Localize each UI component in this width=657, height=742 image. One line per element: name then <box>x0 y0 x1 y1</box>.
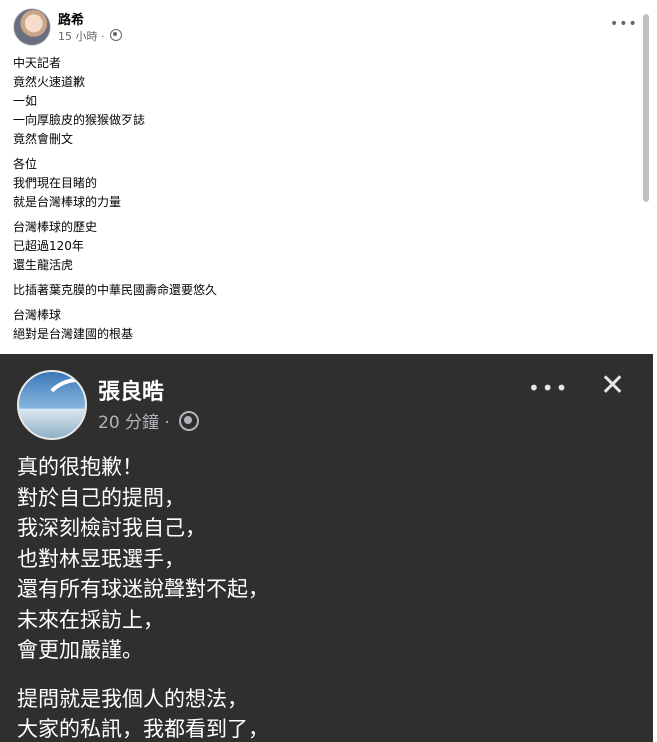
bridge-arch-graphic <box>39 378 85 438</box>
photo-globe-icon <box>179 411 200 431</box>
post-line: 還生龍活虎 <box>13 258 74 272</box>
embedded-screenshot-image[interactable]: 張良晧 20 分鐘 · ••• ✕ 真的很抱歉！ 對於自己的提問， 我深刻檢討我… <box>0 354 653 742</box>
photo-line: 大家的私訊，我都看到了， <box>17 717 269 741</box>
photo-more-options-icon: ••• <box>528 376 570 400</box>
post-paragraph: 各位 我們現在目睹的 就是台灣棒球的力量 <box>13 155 633 212</box>
post-line: 就是台灣棒球的力量 <box>13 195 122 209</box>
post-header: 路希 15 小時 · ••• <box>0 0 657 50</box>
photo-line: 我深刻檢討我自己， <box>17 516 206 540</box>
post-paragraph: 比插著葉克膜的中華民國壽命還要悠久 <box>13 281 633 300</box>
post-time[interactable]: 15 小時 <box>58 30 98 43</box>
post-paragraph: 中天記者 竟然火速道歉 一如 一向厚臉皮的猴猴做歹誌 竟然會刪文 <box>13 54 633 149</box>
post-line: 竟然會刪文 <box>13 132 74 146</box>
photo-meta: 20 分鐘 · <box>98 408 200 433</box>
post-text: 中天記者 竟然火速道歉 一如 一向厚臉皮的猴猴做歹誌 竟然會刪文 各位 我們現在… <box>13 54 633 350</box>
photo-time: 20 分鐘 <box>98 413 160 433</box>
globe-icon <box>110 29 122 41</box>
post-meta: 15 小時 · <box>58 28 122 44</box>
post-line: 一如 <box>13 94 38 108</box>
photo-close-icon: ✕ <box>600 368 626 403</box>
photo-line: 還有所有球迷說聲對不起， <box>17 577 269 601</box>
photo-line: 提問就是我個人的想法， <box>17 686 248 711</box>
post-line: 竟然火速道歉 <box>13 75 86 89</box>
photo-line: 會更加嚴謹。 <box>17 638 143 662</box>
author-avatar[interactable] <box>13 8 51 46</box>
author-name[interactable]: 路希 <box>58 9 84 28</box>
meta-separator: · <box>101 30 105 43</box>
post-line: 台灣棒球的歷史 <box>13 220 98 234</box>
post-paragraph: 台灣棒球 絕對是台灣建國的根基 <box>13 306 633 344</box>
more-options-icon[interactable]: ••• <box>610 16 638 32</box>
post-line: 絕對是台灣建國的根基 <box>13 327 134 341</box>
post-line: 已超過120年 <box>13 239 84 253</box>
post-line: 台灣棒球 <box>13 308 62 322</box>
post-paragraph: 台灣棒球的歷史 已超過120年 還生龍活虎 <box>13 218 633 275</box>
post-line: 我們現在目睹的 <box>13 176 98 190</box>
photo-author-name: 張良晧 <box>98 380 165 405</box>
photo-line: 未來在採訪上， <box>17 607 164 632</box>
photo-line: 真的很抱歉！ <box>17 455 143 479</box>
photo-meta-separator: · <box>164 413 170 433</box>
post-line: 一向厚臉皮的猴猴做歹誌 <box>13 113 146 127</box>
photo-author-avatar <box>17 370 87 440</box>
scrollbar-thumb[interactable] <box>643 14 649 202</box>
photo-line: 對於自己的提問， <box>17 485 185 510</box>
post-line: 各位 <box>13 157 38 171</box>
photo-line: 也對林昱珉選手， <box>17 546 185 571</box>
post-line: 比插著葉克膜的中華民國壽命還要悠久 <box>13 283 218 297</box>
post-line: 中天記者 <box>13 56 62 70</box>
photo-post-text: 真的很抱歉！ 對於自己的提問， 我深刻檢討我自己， 也對林昱珉選手， 還有所有球… <box>17 452 269 742</box>
